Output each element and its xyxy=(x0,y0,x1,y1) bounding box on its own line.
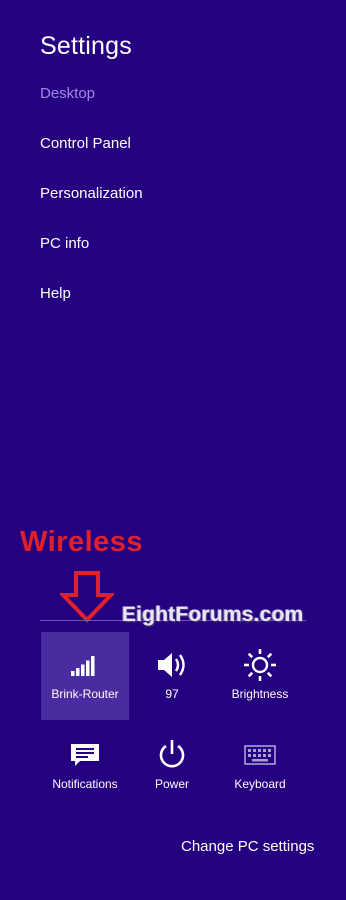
menu-item-control-panel[interactable]: Control Panel xyxy=(40,135,131,152)
power-tile[interactable]: Power xyxy=(128,722,216,810)
notifications-tile[interactable]: Notifications xyxy=(41,722,129,810)
menu-item-pc-info[interactable]: PC info xyxy=(40,235,89,252)
settings-title: Settings xyxy=(40,32,132,60)
context-subtitle: Desktop xyxy=(40,85,96,102)
menu-item-help[interactable]: Help xyxy=(40,285,71,302)
brightness-tile[interactable]: Brightness xyxy=(216,632,304,720)
down-arrow-annotation-icon xyxy=(60,571,114,623)
keyboard-tile-label: Keyboard xyxy=(234,777,286,791)
brightness-icon xyxy=(216,648,304,682)
wifi-signal-icon xyxy=(41,648,129,682)
power-icon xyxy=(128,738,216,772)
change-pc-settings-link[interactable]: Change PC settings xyxy=(181,838,314,855)
keyboard-icon xyxy=(216,738,304,772)
network-tile[interactable]: Brink-Router xyxy=(41,632,129,720)
volume-icon xyxy=(128,648,216,682)
brightness-tile-label: Brightness xyxy=(231,687,289,701)
volume-tile[interactable]: 97 xyxy=(128,632,216,720)
wireless-annotation-label: Wireless xyxy=(20,526,144,558)
keyboard-tile[interactable]: Keyboard xyxy=(216,722,304,810)
menu-item-personalization[interactable]: Personalization xyxy=(40,185,143,202)
notifications-icon xyxy=(41,738,129,772)
watermark: EightForums.com xyxy=(122,603,304,626)
